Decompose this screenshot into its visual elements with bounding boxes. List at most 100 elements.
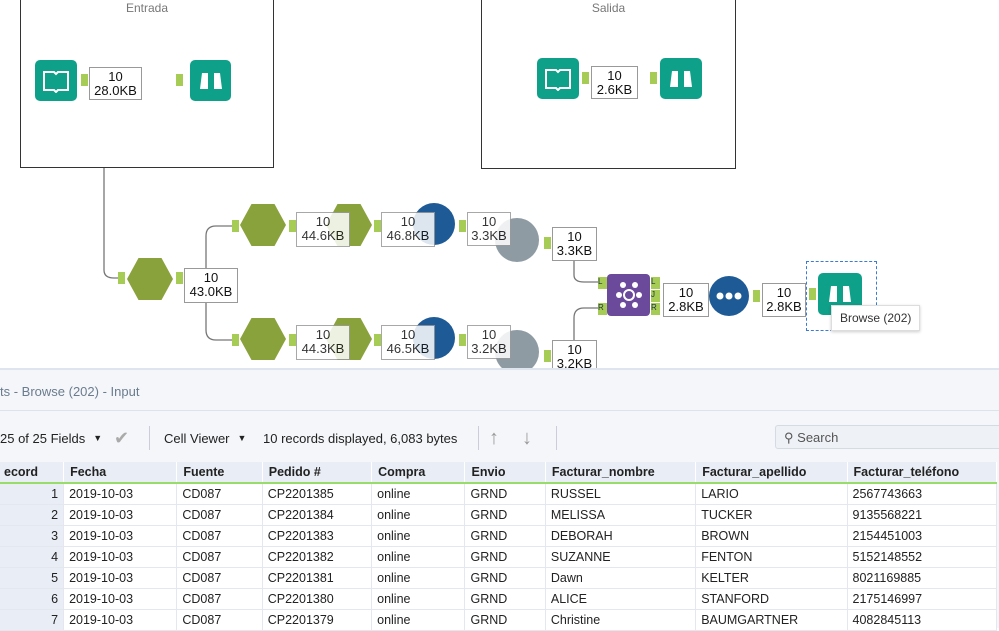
table-cell[interactable]: online bbox=[371, 546, 466, 568]
table-cell[interactable]: GRND bbox=[464, 504, 546, 526]
output-anchor[interactable] bbox=[289, 334, 296, 346]
input-anchor[interactable] bbox=[374, 220, 381, 232]
table-cell[interactable]: BROWN bbox=[695, 525, 848, 547]
table-cell[interactable]: CD087 bbox=[176, 483, 263, 505]
input-anchor[interactable] bbox=[176, 74, 183, 86]
table-cell[interactable]: online bbox=[371, 504, 466, 526]
table-cell[interactable]: 8021169885 bbox=[847, 567, 998, 589]
table-cell[interactable]: 4082845113 bbox=[847, 609, 998, 631]
column-header[interactable]: Facturar_apellido bbox=[695, 462, 848, 484]
table-cell[interactable]: online bbox=[371, 525, 466, 547]
record-number[interactable]: 1 bbox=[0, 483, 65, 505]
table-row[interactable]: 2 2019-10-03 CD087 CP2201384 online GRND MELIS… bbox=[0, 504, 998, 526]
table-cell[interactable]: MELISSA bbox=[545, 504, 697, 526]
column-header[interactable]: Pedido # bbox=[262, 462, 373, 484]
table-row[interactable]: 5 2019-10-03 CD087 CP2201381 online GRND Dawn K… bbox=[0, 567, 998, 589]
join-output-l[interactable]: L bbox=[651, 277, 660, 289]
table-cell[interactable]: GRND bbox=[464, 588, 546, 610]
search-input[interactable]: ⚲ Search bbox=[775, 425, 999, 449]
join-left-anchor[interactable]: L bbox=[598, 277, 607, 289]
join-right-anchor[interactable]: R bbox=[598, 303, 607, 315]
table-cell[interactable]: CD087 bbox=[176, 504, 263, 526]
table-cell[interactable]: CP2201384 bbox=[262, 504, 373, 526]
input-anchor[interactable] bbox=[374, 334, 381, 346]
column-header[interactable]: Facturar_teléfono bbox=[847, 462, 998, 484]
input-anchor[interactable] bbox=[232, 334, 239, 346]
table-cell[interactable]: CP2201383 bbox=[262, 525, 373, 547]
table-cell[interactable]: CD087 bbox=[176, 588, 263, 610]
table-row[interactable]: 1 2019-10-03 CD087 CP2201385 online GRND RUSSE… bbox=[0, 483, 998, 505]
table-cell[interactable]: 5152148552 bbox=[847, 546, 998, 568]
table-cell[interactable]: 2567743663 bbox=[847, 483, 998, 505]
join-output-r[interactable]: R bbox=[651, 303, 660, 315]
table-cell[interactable]: FENTON bbox=[695, 546, 848, 568]
table-cell[interactable]: 2019-10-03 bbox=[63, 588, 178, 610]
table-cell[interactable]: 9135568221 bbox=[847, 504, 998, 526]
table-cell[interactable]: GRND bbox=[464, 525, 546, 547]
table-cell[interactable]: 2019-10-03 bbox=[63, 483, 178, 505]
table-row[interactable]: 7 2019-10-03 CD087 CP2201379 online GRND Chris… bbox=[0, 609, 998, 631]
browse-tool-icon[interactable] bbox=[190, 60, 231, 101]
table-cell[interactable]: GRND bbox=[464, 483, 546, 505]
table-cell[interactable]: CP2201382 bbox=[262, 546, 373, 568]
table-cell[interactable]: DEBORAH bbox=[545, 525, 697, 547]
input-anchor[interactable] bbox=[459, 220, 466, 232]
table-cell[interactable]: CP2201385 bbox=[262, 483, 373, 505]
input-anchor[interactable] bbox=[118, 272, 125, 284]
column-header[interactable]: Fuente bbox=[176, 462, 263, 484]
join-output-j[interactable]: J bbox=[651, 290, 660, 302]
table-cell[interactable]: online bbox=[371, 483, 466, 505]
table-cell[interactable]: GRND bbox=[464, 609, 546, 631]
table-cell[interactable]: BAUMGARTNER bbox=[695, 609, 848, 631]
checkmark-icon[interactable]: ✔ bbox=[114, 426, 129, 450]
input-anchor[interactable] bbox=[809, 288, 816, 300]
input-anchor[interactable] bbox=[544, 350, 551, 362]
table-cell[interactable]: CD087 bbox=[176, 567, 263, 589]
table-row[interactable]: 3 2019-10-03 CD087 CP2201383 online GRND DEBOR… bbox=[0, 525, 998, 547]
record-number[interactable]: 4 bbox=[0, 546, 65, 568]
table-cell[interactable]: CP2201380 bbox=[262, 588, 373, 610]
table-row[interactable]: 4 2019-10-03 CD087 CP2201382 online GRND SUZAN… bbox=[0, 546, 998, 568]
table-cell[interactable]: CP2201379 bbox=[262, 609, 373, 631]
record-number[interactable]: 5 bbox=[0, 567, 65, 589]
table-cell[interactable]: Christine bbox=[545, 609, 697, 631]
table-cell[interactable]: 2019-10-03 bbox=[63, 609, 178, 631]
record-number[interactable]: 6 bbox=[0, 588, 65, 610]
output-anchor[interactable] bbox=[753, 290, 760, 302]
input-anchor[interactable] bbox=[544, 237, 551, 249]
table-cell[interactable]: GRND bbox=[464, 567, 546, 589]
table-cell[interactable]: 2019-10-03 bbox=[63, 525, 178, 547]
output-anchor[interactable] bbox=[289, 220, 296, 232]
table-cell[interactable]: 2019-10-03 bbox=[63, 504, 178, 526]
input-anchor[interactable] bbox=[232, 220, 239, 232]
table-cell[interactable]: CD087 bbox=[176, 525, 263, 547]
column-header[interactable]: Facturar_nombre bbox=[545, 462, 697, 484]
record-number[interactable]: 3 bbox=[0, 525, 65, 547]
column-header[interactable]: Envio bbox=[464, 462, 546, 484]
browse-tool-icon[interactable] bbox=[660, 58, 702, 99]
table-cell[interactable]: online bbox=[371, 609, 466, 631]
table-cell[interactable]: online bbox=[371, 567, 466, 589]
input-data-tool-icon[interactable] bbox=[537, 58, 579, 99]
table-row[interactable]: 6 2019-10-03 CD087 CP2201380 online GRND ALICE… bbox=[0, 588, 998, 610]
table-cell[interactable]: GRND bbox=[464, 546, 546, 568]
table-cell[interactable]: SUZANNE bbox=[545, 546, 697, 568]
input-data-tool-icon[interactable] bbox=[35, 60, 77, 101]
record-number[interactable]: 7 bbox=[0, 609, 65, 631]
table-cell[interactable]: CP2201381 bbox=[262, 567, 373, 589]
union-tool-icon[interactable] bbox=[709, 276, 749, 316]
table-cell[interactable]: 2175146997 bbox=[847, 588, 998, 610]
table-cell[interactable]: ALICE bbox=[545, 588, 697, 610]
table-cell[interactable]: CD087 bbox=[176, 609, 263, 631]
table-cell[interactable]: online bbox=[371, 588, 466, 610]
output-anchor[interactable] bbox=[81, 74, 88, 86]
table-cell[interactable]: LARIO bbox=[695, 483, 848, 505]
column-header[interactable]: Compra bbox=[371, 462, 466, 484]
table-cell[interactable]: 2019-10-03 bbox=[63, 546, 178, 568]
output-anchor[interactable] bbox=[176, 272, 183, 284]
table-cell[interactable]: STANFORD bbox=[695, 588, 848, 610]
table-cell[interactable]: Dawn bbox=[545, 567, 697, 589]
workflow-canvas[interactable]: Entrada Salida 10 28.0KB 10 2.6KB 10 43.0KB… bbox=[0, 0, 999, 368]
fields-dropdown[interactable]: 25 of 25 Fields ▼ bbox=[0, 426, 102, 450]
table-cell[interactable]: 2154451003 bbox=[847, 525, 998, 547]
